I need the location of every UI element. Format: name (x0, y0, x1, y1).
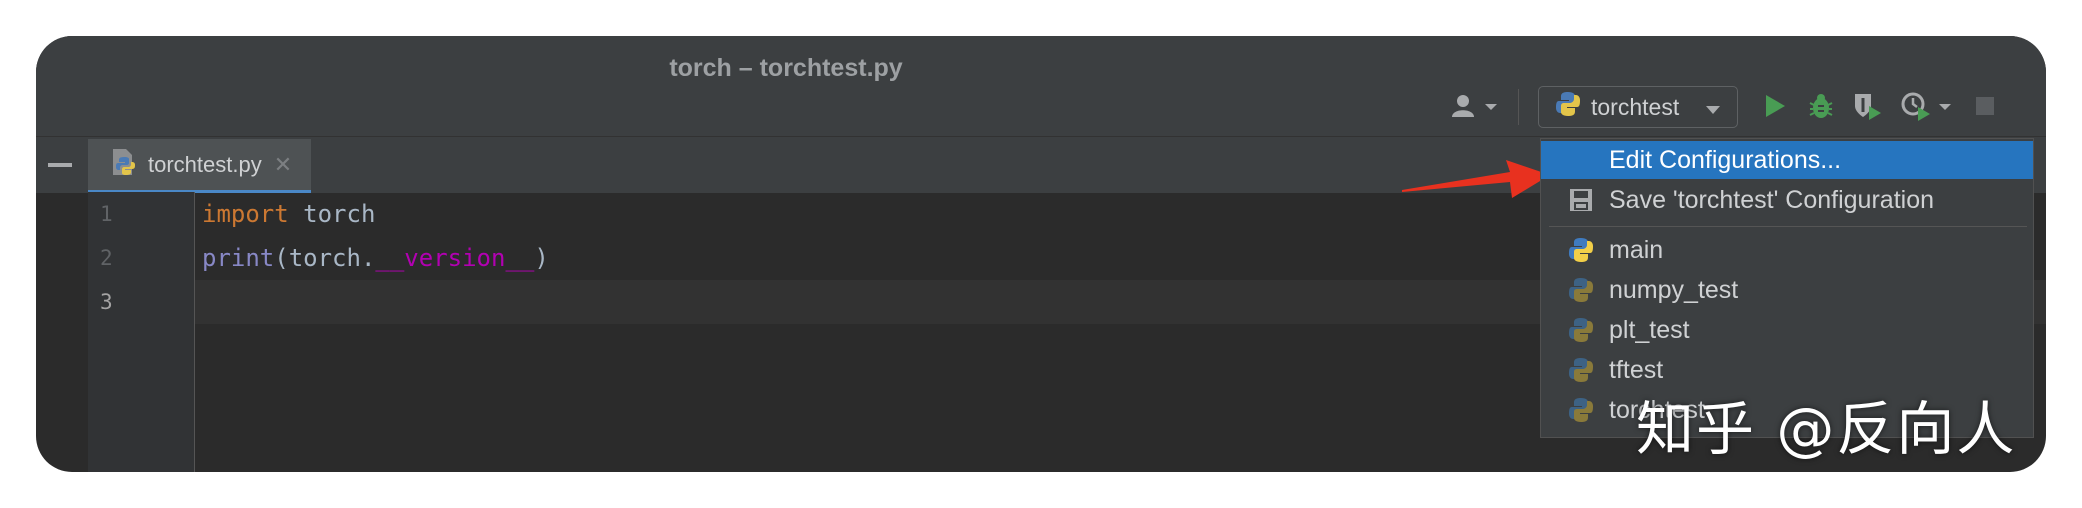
menu-item-label: numpy_test (1609, 275, 1739, 304)
menu-item-label: tftest (1609, 355, 1664, 384)
code-text: ) (534, 244, 549, 272)
menu-item-label: Edit Configurations... (1609, 145, 1842, 174)
save-icon (1567, 186, 1595, 214)
tab-label: torchtest.py (148, 151, 262, 177)
debug-button[interactable] (1804, 91, 1838, 125)
menu-item-edit-configurations[interactable]: Edit Configurations... (1541, 141, 2033, 179)
annotation-arrow (1402, 160, 1550, 198)
menu-item-numpy-test[interactable]: numpy_test (1541, 271, 2033, 309)
menu-item-label: plt_test (1609, 315, 1690, 344)
run-icon (1763, 93, 1787, 124)
line-number-current: 3 (100, 290, 113, 314)
python-icon (1567, 356, 1595, 384)
python-icon (1567, 276, 1595, 304)
profile-button[interactable] (1896, 91, 1956, 125)
python-icon (1567, 316, 1595, 344)
tab-torchtest[interactable]: torchtest.py ✕ (88, 139, 311, 193)
menu-item-label: Save 'torchtest' Configuration (1609, 185, 1934, 214)
debug-icon (1806, 91, 1836, 126)
run-config-label: torchtest (1591, 93, 1680, 120)
line-number: 2 (100, 246, 113, 270)
watermark: 知乎 @反向人 (1636, 395, 2017, 463)
title-bar: torch – torchtest.py torchtest (36, 36, 2046, 136)
menu-item-label: main (1609, 235, 1664, 264)
code-line-1[interactable]: import torch (202, 200, 375, 228)
python-file-icon (110, 147, 138, 182)
line-number: 1 (100, 202, 113, 226)
chevron-down-icon (1938, 99, 1952, 117)
run-button[interactable] (1758, 91, 1792, 125)
menu-item-save-configuration[interactable]: Save 'torchtest' Configuration (1541, 181, 2033, 219)
collapse-icon[interactable] (48, 163, 72, 167)
chevron-down-icon (1484, 99, 1498, 117)
python-icon (1567, 236, 1595, 264)
menu-separator (1549, 226, 2027, 227)
coverage-button[interactable] (1850, 91, 1884, 125)
chevron-down-icon (1705, 94, 1721, 121)
builtin-print: print (202, 244, 275, 272)
code-line-2[interactable]: print(torch.__version__) (202, 244, 549, 272)
stop-button[interactable] (1968, 91, 2002, 125)
python-icon (1555, 91, 1581, 123)
line-number-gutter (88, 192, 195, 472)
menu-item-plt-test[interactable]: plt_test (1541, 311, 2033, 349)
window-title: torch – torchtest.py (669, 54, 903, 82)
python-icon (1567, 396, 1595, 424)
coverage-icon (1851, 90, 1883, 127)
code-line-3[interactable] (202, 288, 1202, 324)
menu-item-main[interactable]: main (1541, 231, 2033, 269)
stop-icon (1975, 96, 1995, 121)
run-config-selector[interactable]: torchtest (1538, 86, 1738, 128)
dunder-version: __version__ (375, 244, 535, 272)
keyword-import: import (202, 200, 289, 228)
close-icon[interactable]: ✕ (274, 152, 292, 178)
code-text: (torch. (274, 244, 376, 272)
code-text: torch (288, 200, 376, 228)
profile-icon (1900, 90, 1932, 127)
